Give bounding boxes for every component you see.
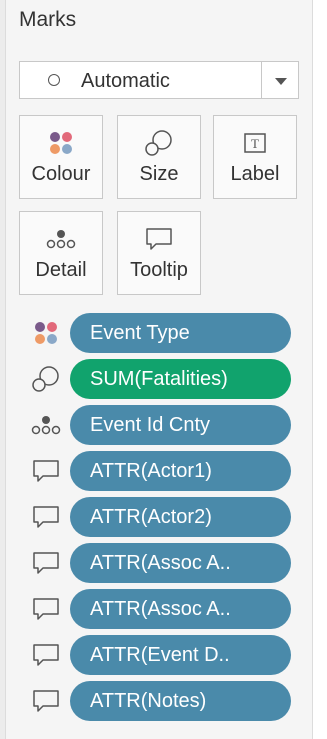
field-row[interactable]: ATTR(Actor2): [30, 497, 292, 537]
field-row[interactable]: ATTR(Assoc A..: [30, 543, 292, 583]
tooltip-icon: [118, 224, 200, 254]
svg-text:T: T: [251, 136, 259, 151]
field-row[interactable]: ATTR(Notes): [30, 681, 292, 721]
field-pill-event-id-cnty[interactable]: Event Id Cnty: [70, 405, 291, 445]
colour-label: Colour: [31, 163, 91, 185]
colour-button[interactable]: Colour: [19, 115, 103, 199]
tooltip-icon[interactable]: [30, 549, 62, 577]
field-row[interactable]: ATTR(Actor1): [30, 451, 292, 491]
marks-card-title: Marks: [19, 8, 77, 31]
detail-button[interactable]: Detail: [19, 211, 103, 295]
tooltip-icon[interactable]: [30, 457, 62, 485]
field-row[interactable]: Event Type: [30, 313, 292, 353]
field-pill-assoc-actor-2[interactable]: ATTR(Assoc A..: [70, 589, 291, 629]
label-button[interactable]: T Label: [213, 115, 297, 199]
field-row[interactable]: Event Id Cnty: [30, 405, 292, 445]
tooltip-icon[interactable]: [30, 641, 62, 669]
field-row[interactable]: ATTR(Event D..: [30, 635, 292, 675]
field-pill-notes[interactable]: ATTR(Notes): [70, 681, 291, 721]
size-icon: [118, 128, 200, 158]
tooltip-icon[interactable]: [30, 503, 62, 531]
field-pill-event-date[interactable]: ATTR(Event D..: [70, 635, 291, 675]
size-icon[interactable]: [30, 365, 62, 393]
colour-icon: [20, 128, 102, 158]
tooltip-label: Tooltip: [130, 259, 188, 281]
field-pill-actor2[interactable]: ATTR(Actor2): [70, 497, 291, 537]
mark-type-value: Automatic: [81, 70, 170, 92]
label-icon: T: [214, 128, 296, 158]
detail-icon: [20, 224, 102, 254]
chevron-down-icon[interactable]: [275, 78, 287, 85]
size-button[interactable]: Size: [117, 115, 201, 199]
field-pill-event-type[interactable]: Event Type: [70, 313, 291, 353]
field-pill-sum-fatalities[interactable]: SUM(Fatalities): [70, 359, 291, 399]
field-row[interactable]: SUM(Fatalities): [30, 359, 292, 399]
field-pill-assoc-actor-1[interactable]: ATTR(Assoc A..: [70, 543, 291, 583]
colour-icon[interactable]: [30, 319, 62, 347]
panel-left-border: [0, 0, 6, 739]
detail-label: Detail: [35, 259, 87, 281]
field-row[interactable]: ATTR(Assoc A..: [30, 589, 292, 629]
dropdown-separator: [261, 62, 262, 98]
label-label: Label: [230, 163, 280, 185]
tooltip-button[interactable]: Tooltip: [117, 211, 201, 295]
tooltip-icon[interactable]: [30, 595, 62, 623]
tooltip-icon[interactable]: [30, 687, 62, 715]
circle-mark-icon: [48, 74, 60, 86]
detail-icon[interactable]: [30, 411, 62, 439]
field-pill-actor1[interactable]: ATTR(Actor1): [70, 451, 291, 491]
mark-type-dropdown[interactable]: Automatic: [19, 61, 299, 99]
size-label: Size: [139, 163, 179, 185]
panel-scrollbar[interactable]: [312, 0, 327, 739]
